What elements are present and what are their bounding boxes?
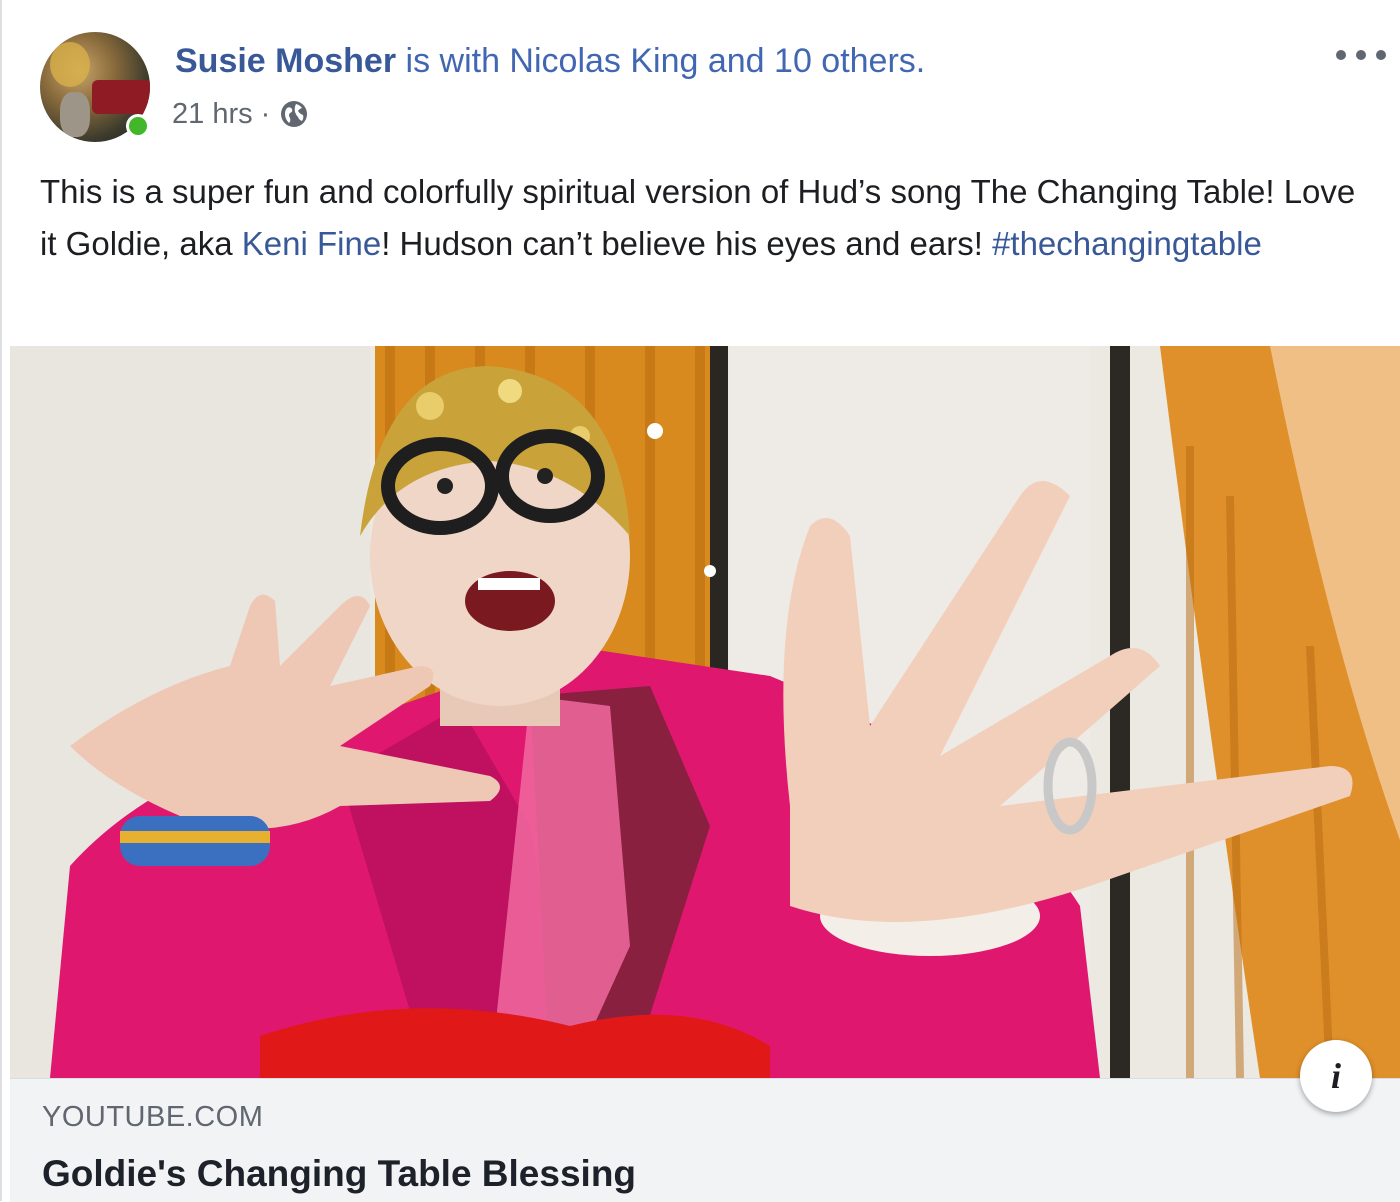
online-status-indicator bbox=[126, 114, 150, 138]
info-icon-label: i bbox=[1330, 1056, 1341, 1096]
post-timestamp[interactable]: 21 hrs bbox=[172, 96, 253, 132]
mention-link[interactable]: Keni Fine bbox=[242, 225, 381, 262]
author-name-link[interactable]: Susie Mosher bbox=[175, 42, 396, 80]
link-domain: YOUTUBE.COM bbox=[42, 1101, 264, 1133]
avatar-photo-detail bbox=[50, 42, 90, 87]
link-preview[interactable]: YOUTUBE.COM Goldie's Changing Table Bles… bbox=[10, 1078, 1400, 1202]
info-icon[interactable]: i bbox=[1300, 1040, 1372, 1112]
post-body-text: This is a super fun and colorfully spiri… bbox=[40, 166, 1380, 270]
avatar-photo-detail bbox=[92, 80, 150, 114]
meta-separator: · bbox=[260, 98, 271, 130]
post-meta: 21 hrs · bbox=[172, 96, 310, 132]
hashtag-link[interactable]: #thechangingtable bbox=[992, 225, 1262, 262]
more-options-icon[interactable] bbox=[1336, 40, 1386, 70]
avatar-photo-detail bbox=[60, 92, 90, 137]
tagged-people-text[interactable]: is with Nicolas King and 10 others. bbox=[396, 42, 926, 80]
post-header: Susie Mosher is with Nicolas King and 10… bbox=[175, 40, 925, 82]
facebook-post: Susie Mosher is with Nicolas King and 10… bbox=[0, 0, 1400, 1202]
thumbnail-image bbox=[10, 346, 1400, 1078]
video-thumbnail[interactable] bbox=[10, 346, 1400, 1078]
globe-icon[interactable] bbox=[278, 98, 310, 130]
post-text-part2: ! Hudson can’t believe his eyes and ears… bbox=[381, 225, 993, 262]
link-title[interactable]: Goldie's Changing Table Blessing bbox=[42, 1153, 636, 1195]
